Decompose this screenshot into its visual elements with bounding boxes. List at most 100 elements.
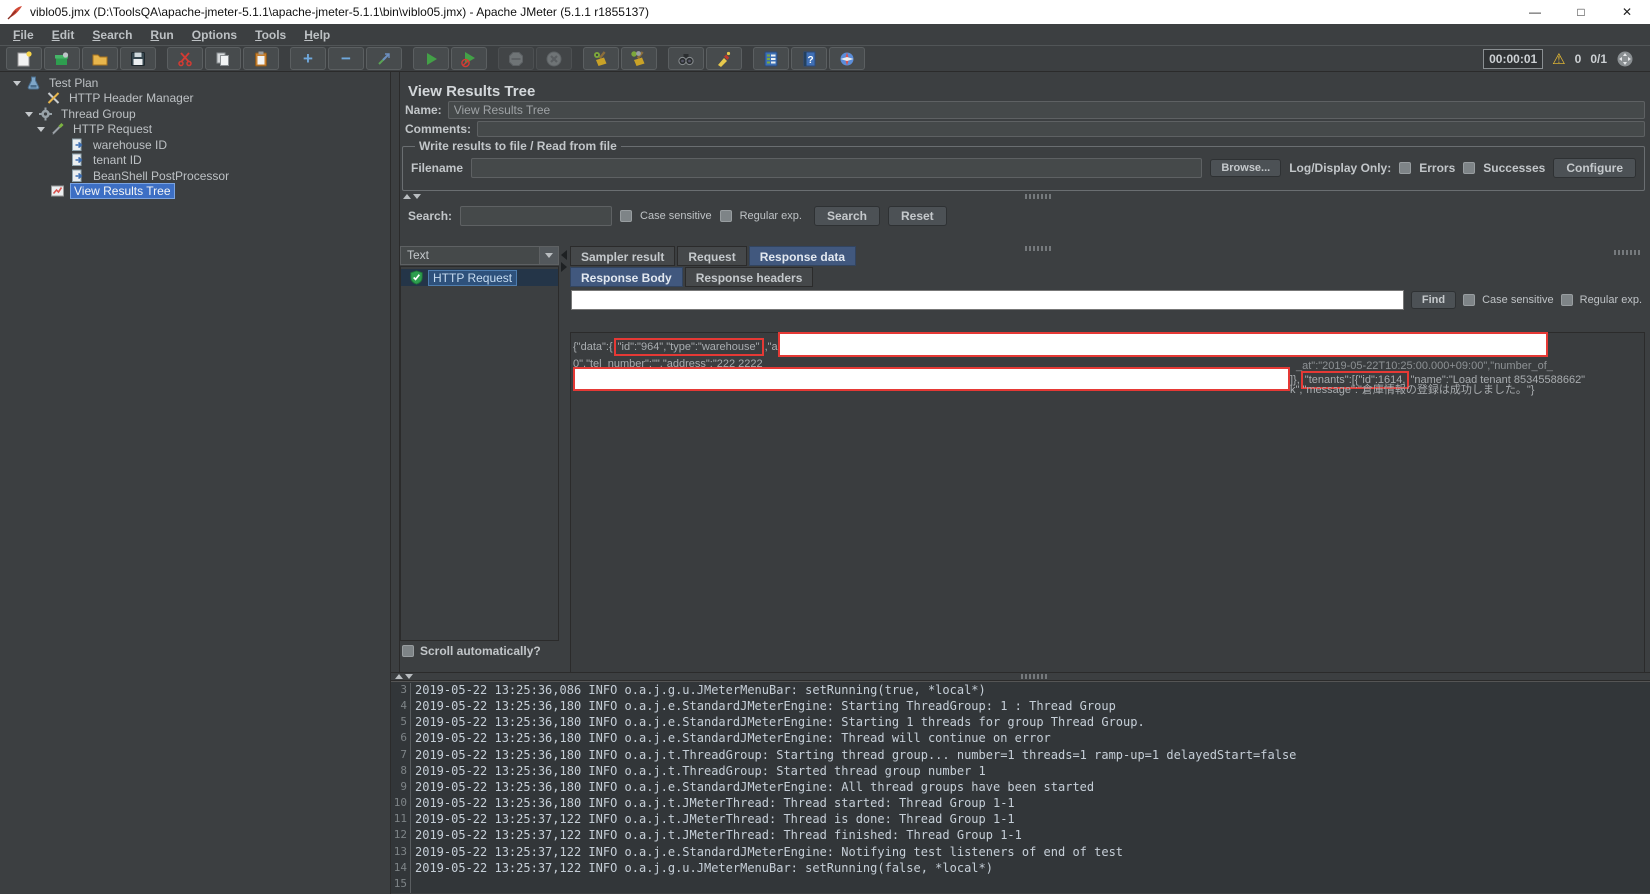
search-regex-checkbox[interactable] bbox=[720, 210, 732, 222]
configure-button[interactable]: Configure bbox=[1553, 158, 1636, 178]
active-thread-count: 0/1 bbox=[1590, 52, 1607, 66]
find-button[interactable]: Find bbox=[1411, 291, 1456, 309]
clear-search-button[interactable] bbox=[706, 47, 742, 70]
filename-input[interactable] bbox=[471, 158, 1202, 178]
find-case-checkbox[interactable] bbox=[1463, 294, 1475, 306]
remove-button[interactable]: − bbox=[328, 47, 364, 70]
tabs-grip[interactable] bbox=[1614, 250, 1642, 255]
generate-report-button[interactable] bbox=[829, 47, 865, 70]
collapse-down-icon[interactable] bbox=[405, 674, 413, 679]
search-button-toolbar[interactable] bbox=[668, 47, 704, 70]
function-helper-button[interactable] bbox=[753, 47, 789, 70]
tree-item-beanshell-postprocessor[interactable]: BeanShell PostProcessor bbox=[0, 168, 390, 184]
add-button[interactable]: + bbox=[290, 47, 326, 70]
cut-button[interactable] bbox=[167, 47, 203, 70]
response-body[interactable]: {"data":{"id":"964","type":"warehouse","… bbox=[570, 332, 1645, 690]
tree-item-tenant-id[interactable]: tenant ID bbox=[0, 153, 390, 169]
open-file-button[interactable] bbox=[82, 47, 118, 70]
result-node-http-request[interactable]: HTTP Request bbox=[401, 269, 558, 286]
errors-checkbox[interactable] bbox=[1399, 162, 1411, 174]
results-list[interactable]: HTTP Request bbox=[400, 266, 559, 641]
search-input[interactable] bbox=[460, 206, 612, 226]
log-warnings-icon[interactable]: ⚠ bbox=[1552, 50, 1565, 68]
tree-item-warehouse-id[interactable]: warehouse ID bbox=[0, 137, 390, 153]
toggle-icon bbox=[375, 50, 393, 68]
scroll-automatically-checkbox[interactable] bbox=[402, 645, 414, 657]
menu-options[interactable]: Options bbox=[183, 26, 246, 44]
save-icon bbox=[129, 50, 147, 68]
comments-input[interactable] bbox=[477, 121, 1645, 137]
start-no-pauses-button[interactable] bbox=[451, 47, 487, 70]
menu-search[interactable]: Search bbox=[83, 26, 141, 44]
menu-file[interactable]: File bbox=[4, 26, 43, 44]
successes-checkbox[interactable] bbox=[1463, 162, 1475, 174]
expand-right-icon[interactable] bbox=[561, 262, 567, 272]
tree-item-http-request[interactable]: HTTP Request bbox=[0, 122, 390, 138]
clear-all-icon bbox=[630, 50, 648, 68]
tree-item-http-header-manager[interactable]: HTTP Header Manager bbox=[0, 91, 390, 107]
splitter-grip[interactable] bbox=[1025, 246, 1053, 251]
tab-response-data[interactable]: Response data bbox=[749, 246, 856, 266]
menu-run[interactable]: Run bbox=[141, 26, 182, 44]
scroll-automatically-label: Scroll automatically? bbox=[420, 644, 541, 658]
clear-all-button[interactable] bbox=[621, 47, 657, 70]
tree-item-test-plan[interactable]: Test Plan bbox=[0, 75, 390, 91]
filename-label: Filename bbox=[411, 161, 463, 175]
log-line: 52019-05-22 13:25:36,180 INFO o.a.j.e.St… bbox=[391, 715, 1650, 731]
templates-icon bbox=[53, 50, 71, 68]
name-input[interactable] bbox=[448, 101, 1645, 119]
search-splitter[interactable] bbox=[399, 192, 1650, 201]
expander-icon[interactable] bbox=[36, 123, 48, 135]
tree-item-thread-group[interactable]: Thread Group bbox=[0, 106, 390, 122]
maximize-button[interactable]: □ bbox=[1558, 0, 1604, 24]
minimize-button[interactable]: — bbox=[1512, 0, 1558, 24]
reset-button[interactable]: Reset bbox=[888, 206, 947, 226]
renderer-dropdown[interactable]: Text bbox=[400, 246, 559, 265]
menu-tools[interactable]: Tools bbox=[246, 26, 295, 44]
generate-report-icon bbox=[838, 50, 856, 68]
paste-button[interactable] bbox=[243, 47, 279, 70]
toggle-button[interactable] bbox=[366, 47, 402, 70]
chevron-down-icon[interactable] bbox=[540, 246, 559, 265]
tab-sampler-result[interactable]: Sampler result bbox=[570, 246, 675, 266]
result-node-label: HTTP Request bbox=[428, 270, 517, 286]
start-button[interactable] bbox=[413, 47, 449, 70]
save-button[interactable] bbox=[120, 47, 156, 70]
name-label: Name: bbox=[405, 103, 442, 117]
page-title: View Results Tree bbox=[408, 83, 535, 100]
search-button[interactable]: Search bbox=[814, 206, 880, 226]
close-button[interactable]: ✕ bbox=[1604, 0, 1650, 24]
menu-edit[interactable]: Edit bbox=[43, 26, 84, 44]
menu-help[interactable]: Help bbox=[295, 26, 339, 44]
tree-main-splitter[interactable] bbox=[392, 72, 399, 672]
expander-icon[interactable] bbox=[12, 77, 24, 89]
svg-text:?: ? bbox=[807, 55, 813, 66]
templates-button[interactable] bbox=[44, 47, 80, 70]
tree-item-view-results-tree[interactable]: View Results Tree bbox=[0, 184, 390, 200]
tab-response-body[interactable]: Response Body bbox=[570, 267, 683, 287]
expander-icon[interactable] bbox=[24, 108, 36, 120]
shutdown-button[interactable] bbox=[536, 47, 572, 70]
tab-request[interactable]: Request bbox=[677, 246, 746, 266]
browse-button[interactable]: Browse... bbox=[1210, 159, 1281, 177]
new-file-button[interactable] bbox=[6, 47, 42, 70]
collapse-up-icon[interactable] bbox=[403, 194, 411, 199]
split-collapse-arrows[interactable] bbox=[561, 250, 567, 272]
splitter-grip[interactable] bbox=[1025, 194, 1053, 199]
clear-button[interactable] bbox=[583, 47, 619, 70]
find-input[interactable] bbox=[571, 290, 1404, 310]
shutdown-icon bbox=[545, 50, 563, 68]
log-splitter[interactable] bbox=[391, 672, 1650, 681]
log-viewer[interactable]: 32019-05-22 13:25:36,086 INFO o.a.j.g.u.… bbox=[391, 681, 1650, 893]
collapse-down-icon[interactable] bbox=[413, 194, 421, 199]
search-case-checkbox[interactable] bbox=[620, 210, 632, 222]
stop-button[interactable] bbox=[498, 47, 534, 70]
splitter-grip[interactable] bbox=[1021, 674, 1049, 679]
test-plan-icon bbox=[26, 76, 42, 90]
collapse-left-icon[interactable] bbox=[561, 250, 567, 260]
collapse-up-icon[interactable] bbox=[395, 674, 403, 679]
tab-response-headers[interactable]: Response headers bbox=[685, 267, 814, 287]
find-regex-checkbox[interactable] bbox=[1561, 294, 1573, 306]
copy-button[interactable] bbox=[205, 47, 241, 70]
help-button[interactable]: ? bbox=[791, 47, 827, 70]
